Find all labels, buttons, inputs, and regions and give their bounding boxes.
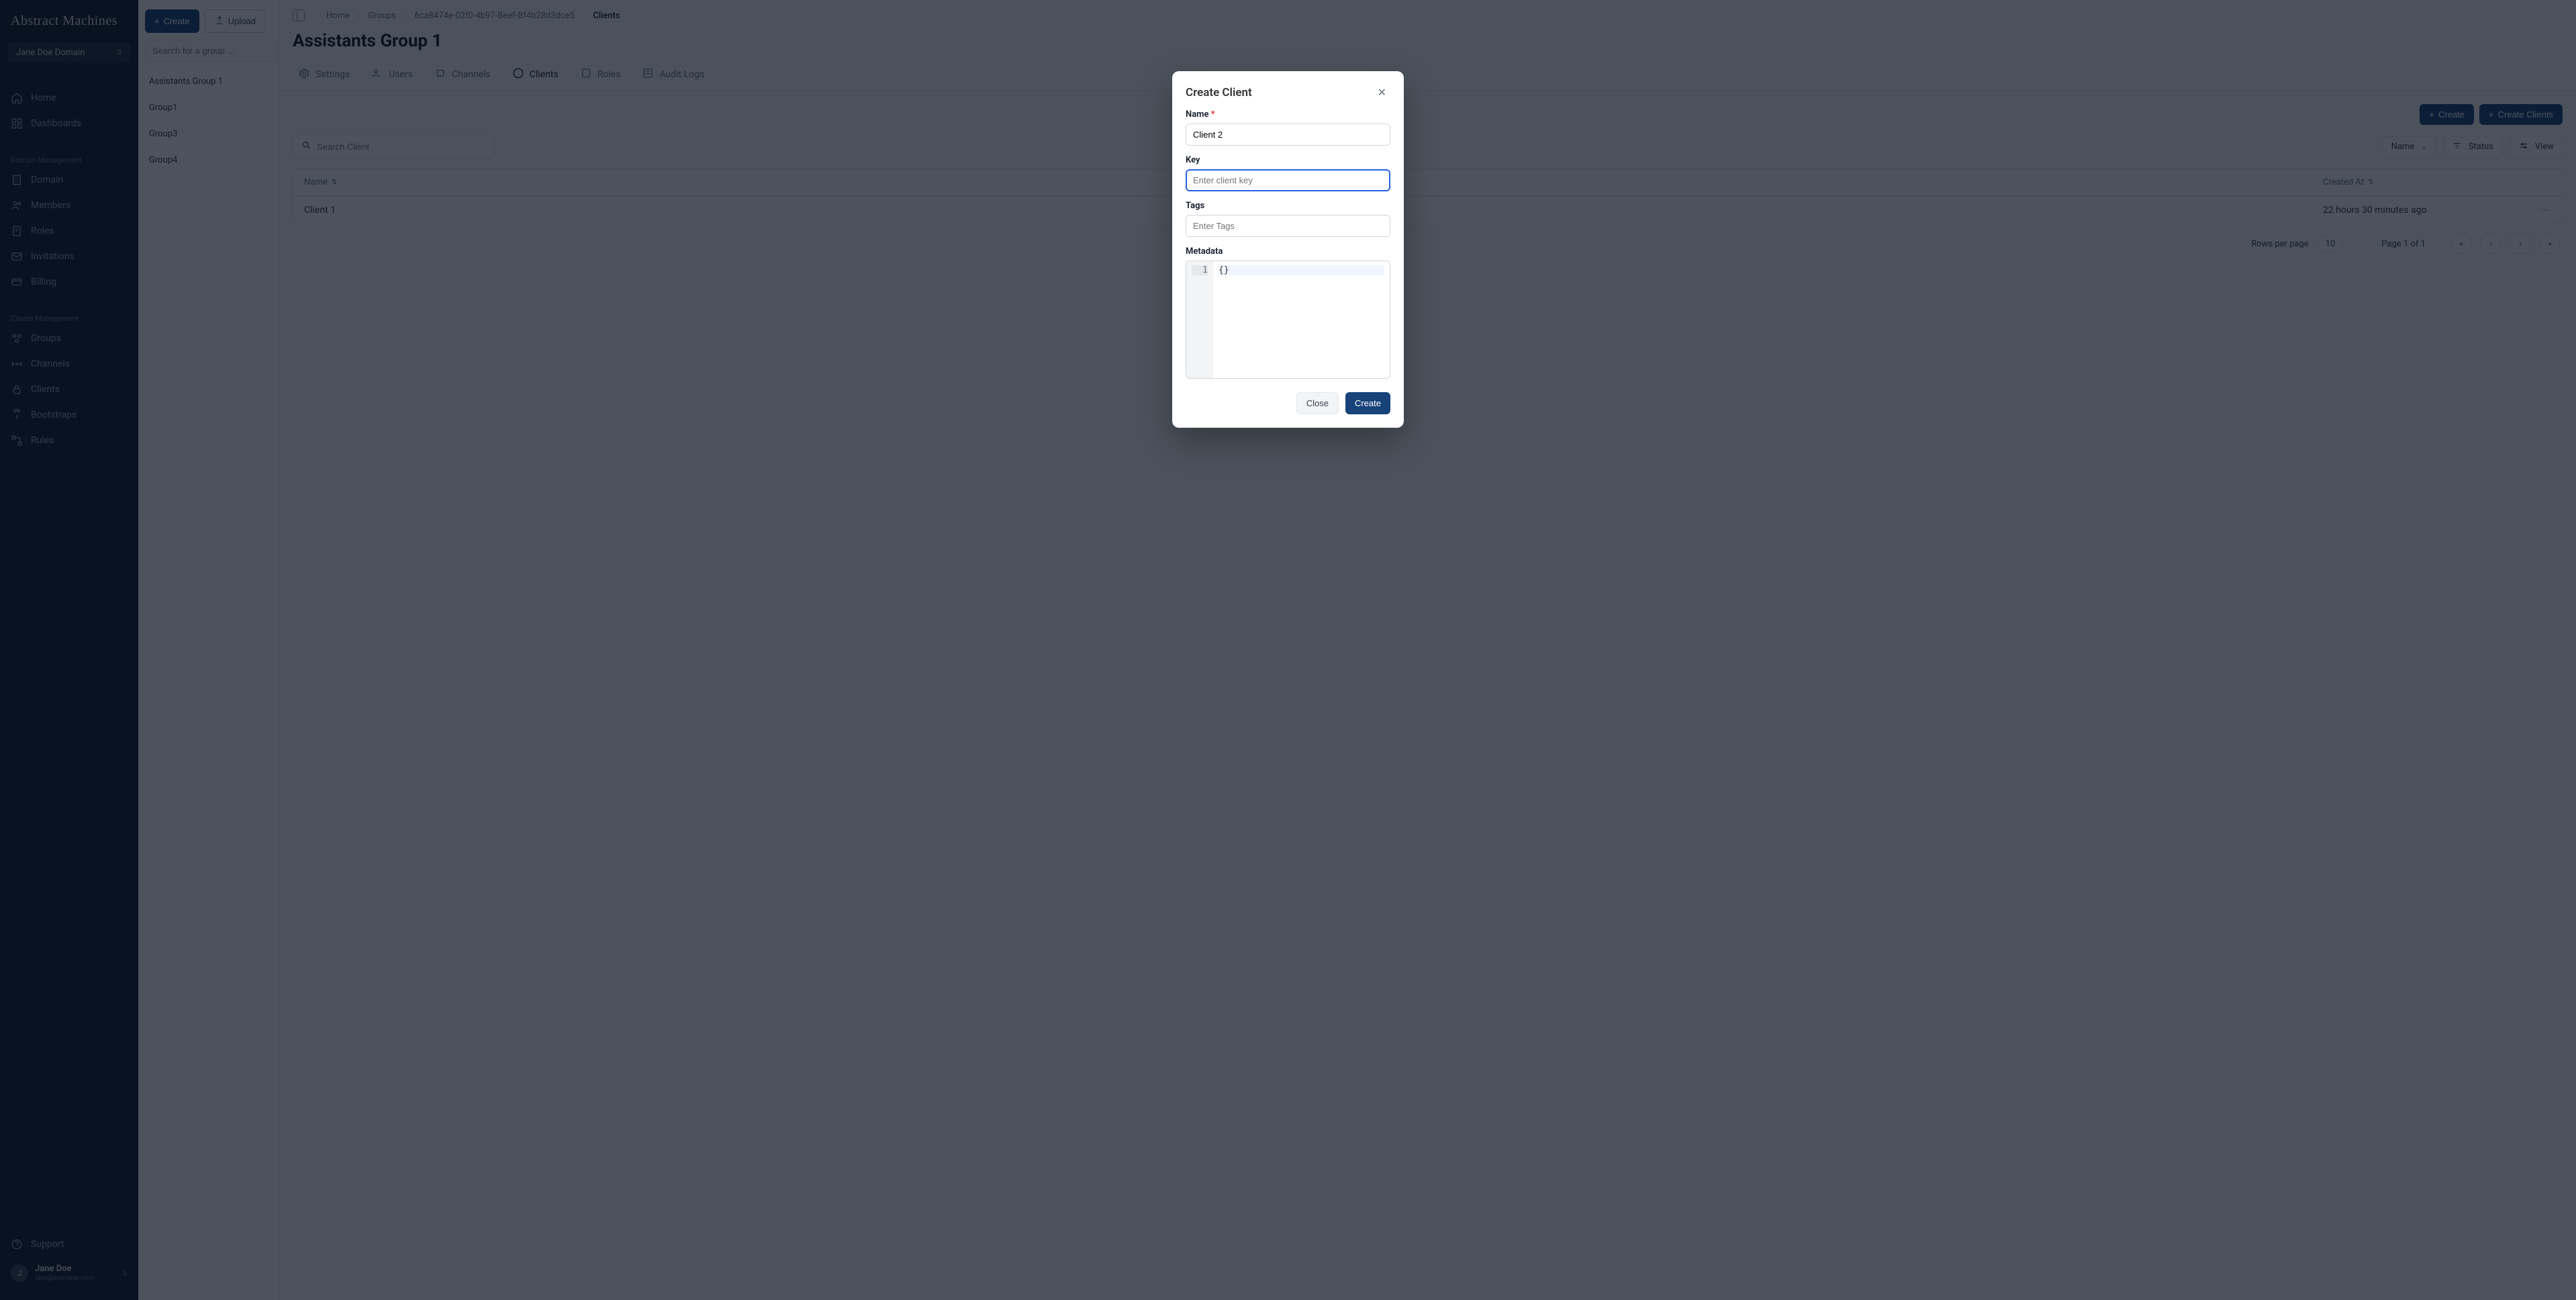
tags-label: Tags xyxy=(1186,201,1390,211)
close-button[interactable]: Close xyxy=(1296,392,1339,414)
key-label: Key xyxy=(1186,155,1390,165)
name-input[interactable] xyxy=(1186,124,1390,146)
metadata-editor[interactable]: 1 {} xyxy=(1186,261,1390,379)
tags-input[interactable] xyxy=(1186,215,1390,237)
modal-title: Create Client xyxy=(1186,86,1252,99)
modal-overlay[interactable]: Create Client ✕ Name * Key Tags Metadata… xyxy=(0,0,2576,1300)
name-label: Name * xyxy=(1186,109,1390,120)
create-button[interactable]: Create xyxy=(1345,392,1390,414)
metadata-label: Metadata xyxy=(1186,246,1390,257)
create-client-modal: Create Client ✕ Name * Key Tags Metadata… xyxy=(1172,71,1404,428)
key-input[interactable] xyxy=(1186,169,1390,191)
close-icon[interactable]: ✕ xyxy=(1374,85,1390,100)
